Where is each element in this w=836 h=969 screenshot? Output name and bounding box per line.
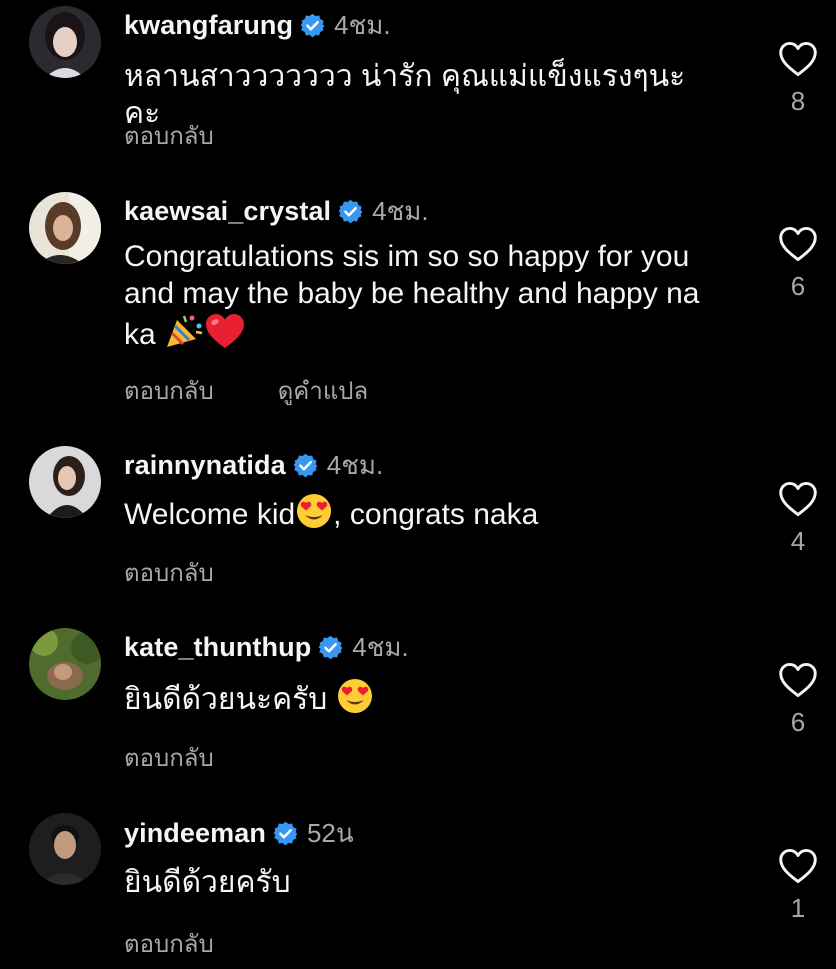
verified-badge-icon [273,821,298,845]
timestamp: 52น [306,817,354,848]
username[interactable]: yindeeman [124,818,266,849]
comment-yindeeman: yindeeman 52น ยินดีด้วยครับ ตอบกลับ 1 [0,0,836,969]
avatar[interactable] [29,813,101,885]
heart-outline-icon[interactable] [777,847,819,885]
comment-text: ยินดีด้วยครับ [124,866,291,899]
like-count: 1 [790,893,806,923]
reply-button[interactable]: ตอบกลับ [124,924,214,963]
